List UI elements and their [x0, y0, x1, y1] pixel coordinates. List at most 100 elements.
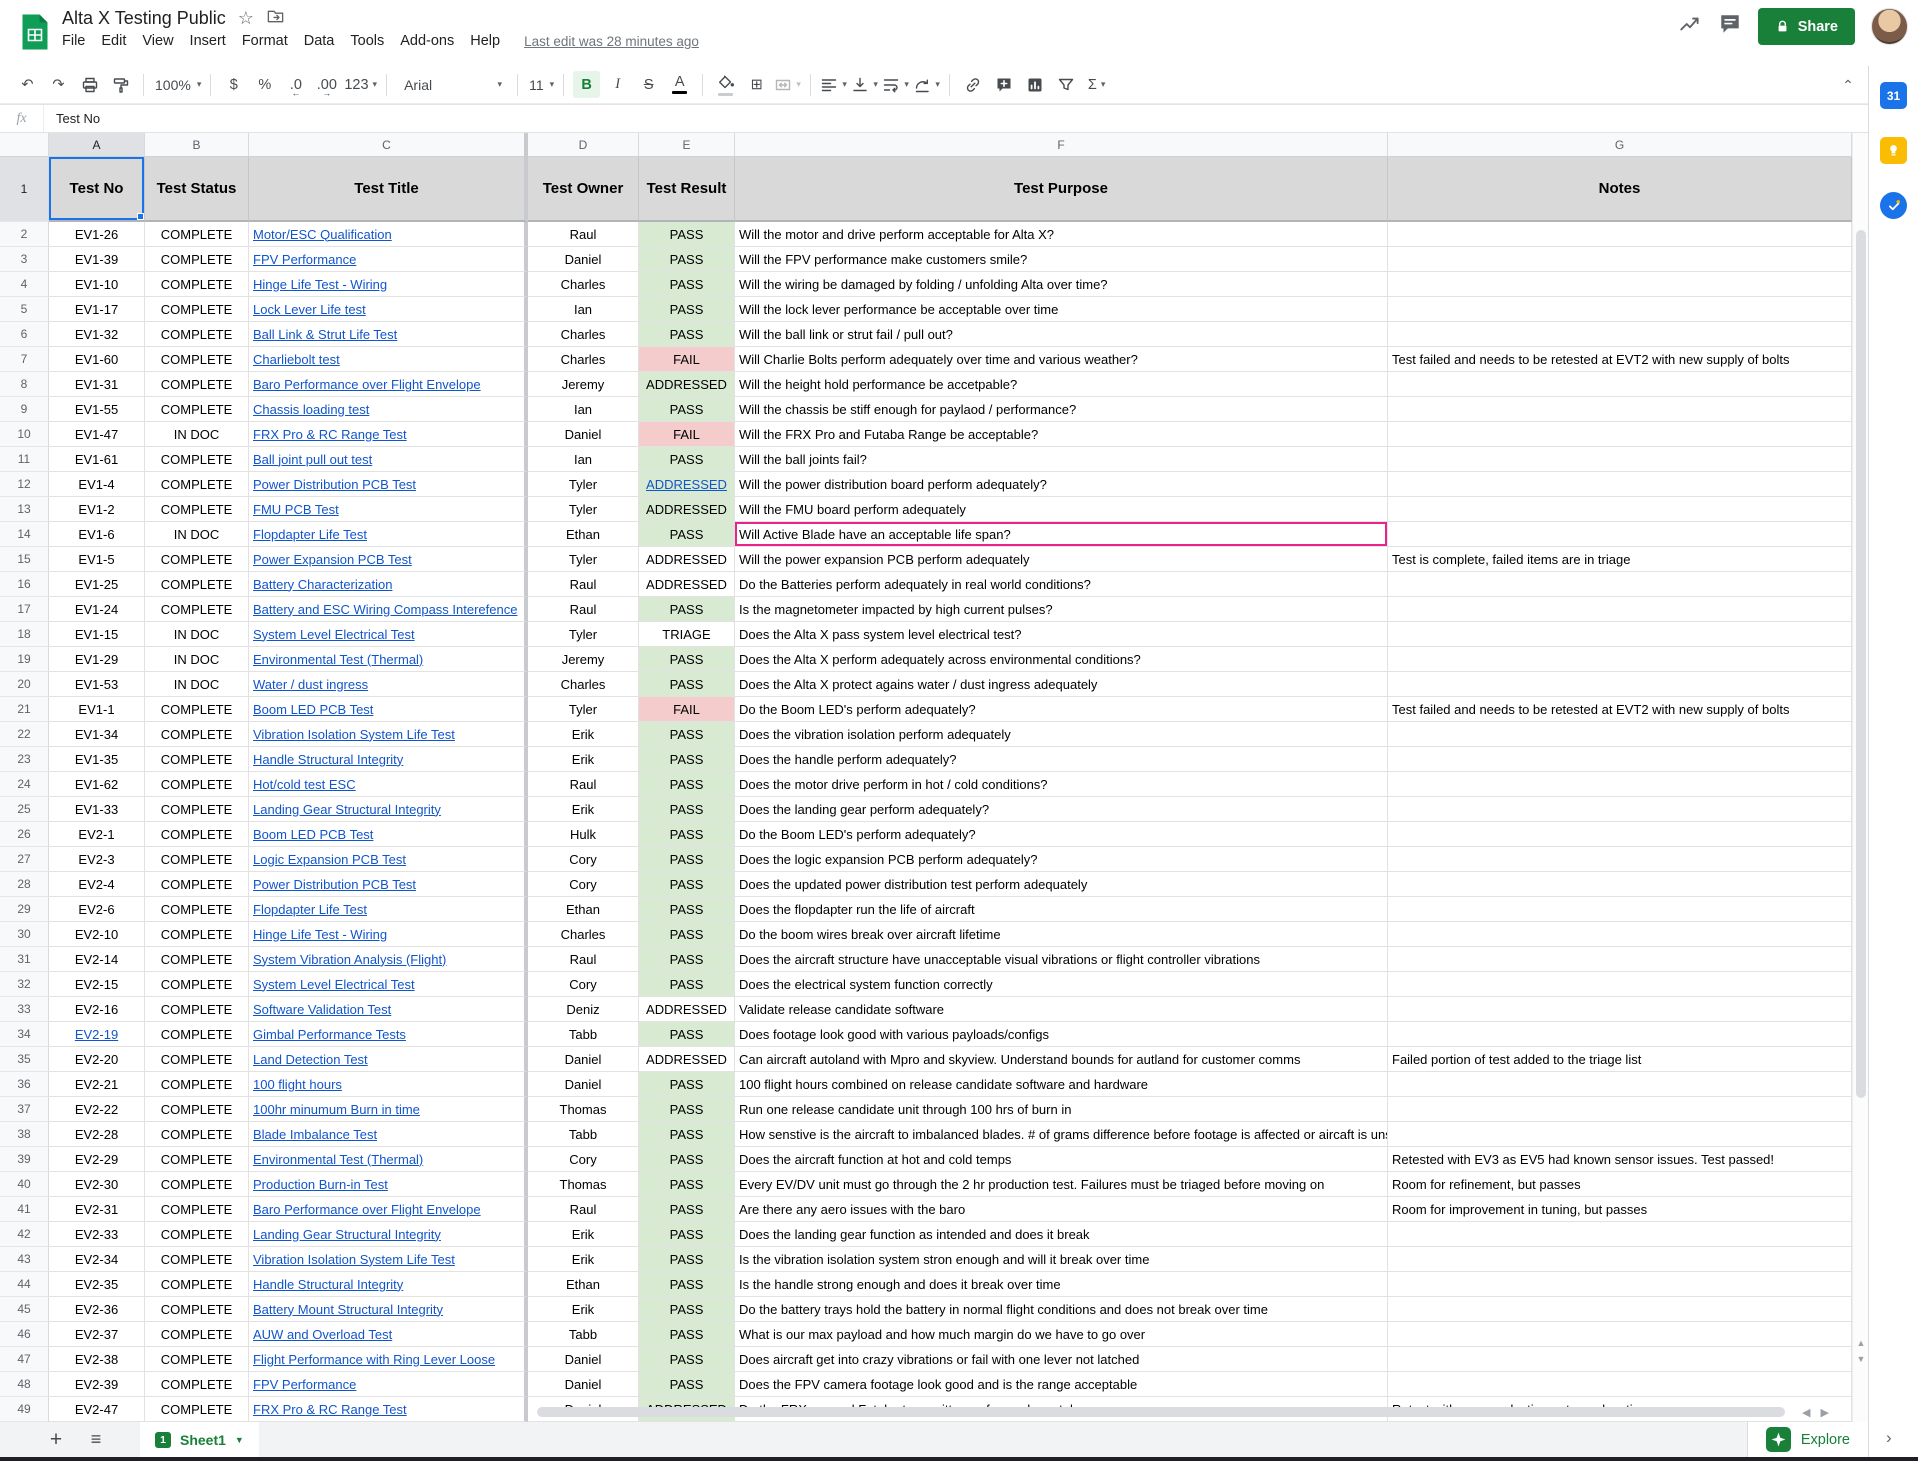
- menu-addons[interactable]: Add-ons: [392, 29, 462, 53]
- cell-A30[interactable]: EV2-10: [49, 922, 145, 947]
- print-button[interactable]: [76, 71, 103, 98]
- cell-B9[interactable]: COMPLETE: [145, 397, 249, 422]
- cell-B29[interactable]: COMPLETE: [145, 897, 249, 922]
- functions-button[interactable]: Σ▾: [1083, 71, 1110, 98]
- cell-C45[interactable]: Battery Mount Structural Integrity: [249, 1297, 528, 1322]
- row-header-20[interactable]: 20: [0, 672, 49, 697]
- cell-link[interactable]: Environmental Test (Thermal): [253, 1152, 423, 1167]
- cell-G18[interactable]: [1388, 622, 1852, 647]
- cell-E1[interactable]: Test Result: [639, 157, 735, 222]
- cell-E37[interactable]: PASS: [639, 1097, 735, 1122]
- cell-D47[interactable]: Daniel: [528, 1347, 639, 1372]
- cell-link[interactable]: Chassis loading test: [253, 402, 369, 417]
- cell-link[interactable]: Charliebolt test: [253, 352, 340, 367]
- cell-F8[interactable]: Will the height hold performance be acce…: [735, 372, 1388, 397]
- cell-B45[interactable]: COMPLETE: [145, 1297, 249, 1322]
- cell-F30[interactable]: Do the boom wires break over aircraft li…: [735, 922, 1388, 947]
- cell-link[interactable]: Environmental Test (Thermal): [253, 652, 423, 667]
- column-header-G[interactable]: G: [1388, 133, 1852, 157]
- cell-B48[interactable]: COMPLETE: [145, 1372, 249, 1397]
- add-sheet-button[interactable]: +: [42, 1426, 70, 1454]
- row-header-34[interactable]: 34: [0, 1022, 49, 1047]
- cell-D24[interactable]: Raul: [528, 772, 639, 797]
- cell-G30[interactable]: [1388, 922, 1852, 947]
- cell-F15[interactable]: Will the power expansion PCB perform ade…: [735, 547, 1388, 572]
- tab-sheet1[interactable]: 1 Sheet1 ▼: [140, 1422, 259, 1457]
- menu-data[interactable]: Data: [296, 29, 343, 53]
- cell-link[interactable]: FMU PCB Test: [253, 502, 339, 517]
- cell-F31[interactable]: Does the aircraft structure have unaccep…: [735, 947, 1388, 972]
- cell-D1[interactable]: Test Owner: [528, 157, 639, 222]
- cell-A40[interactable]: EV2-30: [49, 1172, 145, 1197]
- cell-G5[interactable]: [1388, 297, 1852, 322]
- cell-C38[interactable]: Blade Imbalance Test: [249, 1122, 528, 1147]
- cell-A1[interactable]: Test No: [49, 157, 145, 222]
- row-header-1[interactable]: 1: [0, 157, 49, 222]
- scroll-up-icon[interactable]: ▲: [1857, 1338, 1866, 1348]
- avatar[interactable]: [1871, 8, 1908, 45]
- cell-A37[interactable]: EV2-22: [49, 1097, 145, 1122]
- document-title[interactable]: Alta X Testing Public: [62, 8, 226, 29]
- cell-D22[interactable]: Erik: [528, 722, 639, 747]
- cell-F23[interactable]: Does the handle perform adequately?: [735, 747, 1388, 772]
- font-size-button[interactable]: 11▾: [527, 71, 554, 98]
- horizontal-align-button[interactable]: ▾: [820, 71, 847, 98]
- cell-F9[interactable]: Will the chassis be stiff enough for pay…: [735, 397, 1388, 422]
- cell-A38[interactable]: EV2-28: [49, 1122, 145, 1147]
- cell-A16[interactable]: EV1-25: [49, 572, 145, 597]
- cell-F28[interactable]: Does the updated power distribution test…: [735, 872, 1388, 897]
- cell-B3[interactable]: COMPLETE: [145, 247, 249, 272]
- create-filter-button[interactable]: [1052, 71, 1079, 98]
- cell-D21[interactable]: Tyler: [528, 697, 639, 722]
- sheet-tab-menu-icon[interactable]: ▼: [235, 1435, 244, 1445]
- row-header-24[interactable]: 24: [0, 772, 49, 797]
- cell-B1[interactable]: Test Status: [145, 157, 249, 222]
- cell-B2[interactable]: COMPLETE: [145, 222, 249, 247]
- cell-E24[interactable]: PASS: [639, 772, 735, 797]
- cell-D29[interactable]: Ethan: [528, 897, 639, 922]
- cell-E39[interactable]: PASS: [639, 1147, 735, 1172]
- cell-E4[interactable]: PASS: [639, 272, 735, 297]
- cell-E33[interactable]: ADDRESSED: [639, 997, 735, 1022]
- cell-F47[interactable]: Does aircraft get into crazy vibrations …: [735, 1347, 1388, 1372]
- cell-E47[interactable]: PASS: [639, 1347, 735, 1372]
- cell-A44[interactable]: EV2-35: [49, 1272, 145, 1297]
- cell-A48[interactable]: EV2-39: [49, 1372, 145, 1397]
- cell-C13[interactable]: FMU PCB Test: [249, 497, 528, 522]
- cell-A21[interactable]: EV1-1: [49, 697, 145, 722]
- cell-C16[interactable]: Battery Characterization: [249, 572, 528, 597]
- vertical-scrollbar[interactable]: ▲▼: [1852, 133, 1868, 1422]
- cell-C3[interactable]: FPV Performance: [249, 247, 528, 272]
- cell-A20[interactable]: EV1-53: [49, 672, 145, 697]
- cell-G31[interactable]: [1388, 947, 1852, 972]
- row-header-37[interactable]: 37: [0, 1097, 49, 1122]
- menu-file[interactable]: File: [54, 29, 93, 53]
- cell-C19[interactable]: Environmental Test (Thermal): [249, 647, 528, 672]
- row-header-22[interactable]: 22: [0, 722, 49, 747]
- menu-insert[interactable]: Insert: [182, 29, 234, 53]
- cell-E46[interactable]: PASS: [639, 1322, 735, 1347]
- italic-button[interactable]: I: [604, 71, 631, 98]
- cell-G33[interactable]: [1388, 997, 1852, 1022]
- cell-link[interactable]: Power Distribution PCB Test: [253, 877, 416, 892]
- cell-A34[interactable]: EV2-19: [49, 1022, 145, 1047]
- cell-A46[interactable]: EV2-37: [49, 1322, 145, 1347]
- cell-F35[interactable]: Can aircraft autoland with Mpro and skyv…: [735, 1047, 1388, 1072]
- cell-B44[interactable]: COMPLETE: [145, 1272, 249, 1297]
- row-header-7[interactable]: 7: [0, 347, 49, 372]
- cell-B36[interactable]: COMPLETE: [145, 1072, 249, 1097]
- cell-C40[interactable]: Production Burn-in Test: [249, 1172, 528, 1197]
- cell-D26[interactable]: Hulk: [528, 822, 639, 847]
- cell-F13[interactable]: Will the FMU board perform adequately: [735, 497, 1388, 522]
- cell-D48[interactable]: Daniel: [528, 1372, 639, 1397]
- cell-F6[interactable]: Will the ball link or strut fail / pull …: [735, 322, 1388, 347]
- cell-link[interactable]: System Level Electrical Test: [253, 977, 415, 992]
- row-header-18[interactable]: 18: [0, 622, 49, 647]
- cell-B31[interactable]: COMPLETE: [145, 947, 249, 972]
- column-header-B[interactable]: B: [145, 133, 249, 157]
- sheets-logo-icon[interactable]: [21, 13, 49, 51]
- cell-B11[interactable]: COMPLETE: [145, 447, 249, 472]
- cell-D5[interactable]: Ian: [528, 297, 639, 322]
- paint-format-button[interactable]: [107, 71, 134, 98]
- cell-G38[interactable]: [1388, 1122, 1852, 1147]
